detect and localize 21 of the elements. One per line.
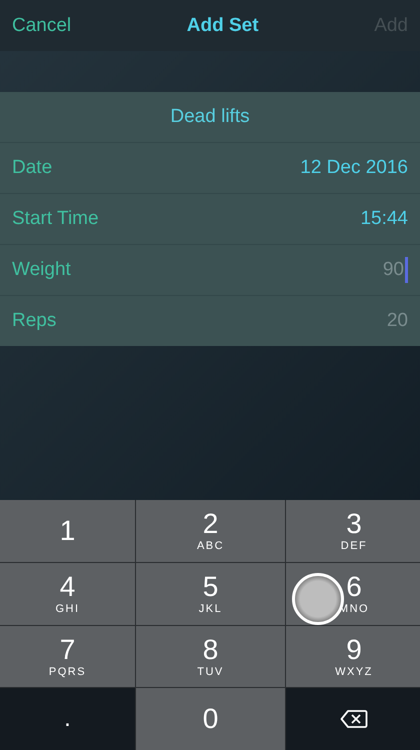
- field-label: Date: [12, 157, 52, 179]
- backspace-key[interactable]: [286, 688, 420, 750]
- exercise-title: Dead lifts: [0, 92, 420, 143]
- digit-key[interactable]: 7 PQRS: [0, 626, 135, 688]
- field-value[interactable]: 15:44: [360, 208, 408, 230]
- digit-key[interactable]: 3 DEF: [286, 500, 420, 562]
- digit-key[interactable]: 5 JKL: [136, 562, 285, 624]
- digit-key[interactable]: 4 GHI: [0, 562, 135, 624]
- backspace-icon: [340, 709, 368, 730]
- field-label: Reps: [12, 310, 56, 332]
- field-label: Weight: [12, 259, 71, 281]
- digit-key[interactable]: 1: [0, 500, 135, 562]
- digit-key[interactable]: 0: [136, 688, 285, 750]
- screen-title: Add Set: [186, 14, 259, 36]
- cancel-button[interactable]: Cancel: [12, 14, 72, 36]
- decimal-key[interactable]: .: [0, 688, 135, 750]
- field-value[interactable]: 12 Dec 2016: [300, 157, 408, 179]
- digit-key[interactable]: 9 WXYZ: [286, 626, 420, 688]
- digit-key[interactable]: 2 ABC: [136, 500, 285, 562]
- digit-key[interactable]: 8 TUV: [136, 626, 285, 688]
- field-label: Start Time: [12, 208, 99, 230]
